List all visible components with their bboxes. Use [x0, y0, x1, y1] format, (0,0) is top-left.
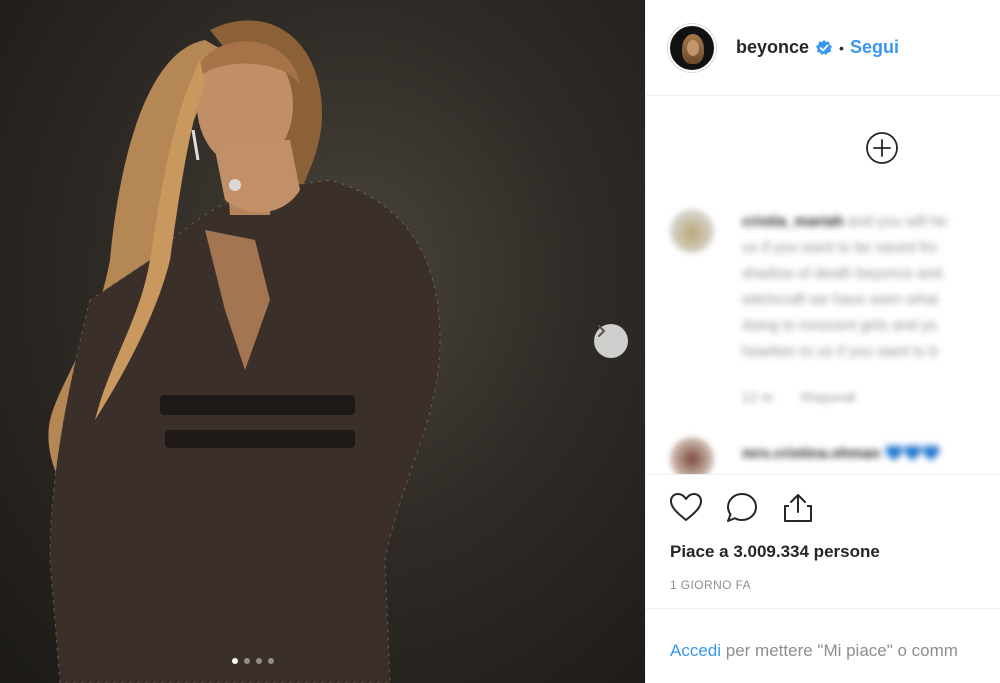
header-separator: • [839, 39, 844, 56]
comment-avatar[interactable] [670, 437, 714, 474]
comment-reply-button[interactable]: Rispondi [801, 389, 855, 405]
comment-icon[interactable] [724, 490, 760, 526]
carousel-dot [268, 658, 274, 664]
comment-line: 💙💙💙 [884, 445, 941, 462]
comment-line: and you will he [847, 213, 948, 230]
next-photo-button[interactable] [594, 324, 628, 358]
follow-button[interactable]: Segui [850, 37, 899, 58]
post-side-panel: beyonce • Segui cristia_mariah and you w… [645, 0, 1000, 683]
carousel-dot [244, 658, 250, 664]
verified-badge-icon [815, 39, 833, 57]
post-header: beyonce • Segui [646, 0, 1000, 96]
post-timestamp[interactable]: 1 GIORNO FA [670, 578, 751, 592]
comments-section: cristia_mariah and you will he us if you… [646, 97, 1000, 475]
plus-circle-icon[interactable] [865, 131, 899, 165]
username-link[interactable]: beyonce [736, 37, 809, 58]
login-link[interactable]: Accedi [670, 641, 721, 660]
comment-body: cristia_mariah and you will he us if you… [742, 209, 947, 365]
post-photo[interactable] [0, 0, 645, 683]
comment-meta: 12 m Rispondi [742, 389, 856, 405]
comment-line: witchcraft we have seen what [742, 291, 938, 308]
share-icon[interactable] [780, 490, 816, 526]
login-prompt-text: per mettere "Mi piace" o comm [721, 641, 958, 660]
comment-age: 12 m [742, 389, 774, 405]
comment-line: shadow of death beyonce and [742, 265, 943, 282]
comment-line: doing to innocent girls and yo [742, 317, 938, 334]
comment-line: hearken to us if you want to b [742, 343, 938, 360]
carousel-indicator [232, 658, 274, 664]
avatar[interactable] [668, 23, 716, 72]
comment-line: us if you want to be saved fro [742, 239, 938, 256]
heart-icon[interactable] [668, 490, 704, 526]
post-actions [668, 490, 816, 526]
likes-count[interactable]: Piace a 3.009.334 persone [670, 542, 880, 562]
chevron-right-icon [598, 325, 605, 337]
photo-illustration [48, 20, 441, 683]
carousel-dot [232, 658, 238, 664]
comment-avatar[interactable] [670, 209, 714, 253]
comment-body: mrs.cristina.ohman 💙💙💙 [742, 441, 941, 467]
comment-username[interactable]: mrs.cristina.ohman [742, 445, 880, 462]
comment-username[interactable]: cristia_mariah [742, 213, 844, 230]
login-bar: Accedi per mettere "Mi piace" o comm [646, 608, 1000, 683]
carousel-dot [256, 658, 262, 664]
login-prompt: Accedi per mettere "Mi piace" o comm [670, 641, 958, 661]
